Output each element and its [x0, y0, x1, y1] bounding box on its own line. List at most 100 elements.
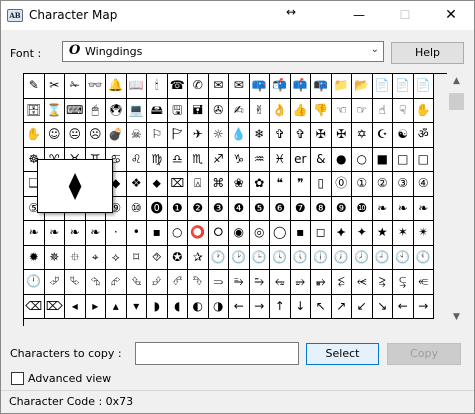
character-cell[interactable]: ❽	[311, 196, 332, 221]
character-cell[interactable]: ◯	[270, 221, 291, 246]
character-cell[interactable]: ○	[352, 147, 373, 172]
character-cell[interactable]: ⥷	[352, 270, 373, 295]
character-cell[interactable]: ☺	[44, 123, 65, 148]
character-cell[interactable]: ❺	[249, 196, 270, 221]
character-cell[interactable]: ⌘	[208, 172, 229, 197]
character-cell[interactable]: ✰	[188, 245, 209, 270]
character-cell[interactable]: ◑	[208, 294, 229, 319]
character-cell[interactable]: ◉	[229, 221, 250, 246]
character-cell[interactable]: 📪	[249, 74, 270, 99]
character-cell[interactable]: ✪	[167, 245, 188, 270]
character-cell[interactable]: 📖	[126, 74, 147, 99]
character-cell[interactable]: ■	[372, 147, 393, 172]
character-cell[interactable]: 💣	[106, 123, 127, 148]
character-cell[interactable]: ♏	[188, 147, 209, 172]
character-cell[interactable]: 🏱	[167, 123, 188, 148]
character-cell[interactable]: ♍	[147, 147, 168, 172]
character-cell[interactable]: ⮱	[65, 270, 86, 295]
character-cell[interactable]: ①	[352, 172, 373, 197]
character-cell[interactable]: ❞	[290, 172, 311, 197]
character-cell[interactable]: 🖲	[106, 98, 127, 123]
character-cell[interactable]: 🖱	[85, 98, 106, 123]
character-cell[interactable]: 👓	[85, 74, 106, 99]
character-cell[interactable]: ▴	[106, 294, 127, 319]
character-cell[interactable]: 🔔	[106, 74, 127, 99]
character-cell[interactable]: 🕖	[331, 245, 352, 270]
character-cell[interactable]: ↗	[331, 294, 352, 319]
character-cell[interactable]: ✆	[188, 74, 209, 99]
character-cell[interactable]: ♑	[229, 147, 250, 172]
character-cell[interactable]: ❧	[24, 221, 45, 246]
character-cell[interactable]: ▪	[147, 221, 168, 246]
character-cell[interactable]: ◖	[167, 294, 188, 319]
character-cell[interactable]: ⥺	[413, 270, 434, 295]
character-cell[interactable]: ♓	[270, 147, 291, 172]
character-cell[interactable]: ❧	[44, 221, 65, 246]
character-cell[interactable]: ❝	[270, 172, 291, 197]
character-cell[interactable]: ✞	[270, 123, 291, 148]
character-cell[interactable]: ❄	[249, 123, 270, 148]
character-cell[interactable]: 📄	[393, 74, 414, 99]
character-cell[interactable]: ❶	[167, 196, 188, 221]
character-cell[interactable]: ☞	[352, 98, 373, 123]
select-button[interactable]: Select	[306, 343, 379, 365]
character-cell[interactable]: 🕘	[372, 245, 393, 270]
character-cell[interactable]: ⬥	[147, 172, 168, 197]
character-cell[interactable]: ⥰	[208, 270, 229, 295]
character-cell[interactable]: 📬	[270, 74, 291, 99]
characters-to-copy-input[interactable]	[135, 342, 299, 365]
character-cell[interactable]: ⥶	[331, 270, 352, 295]
character-cell[interactable]: 📭	[311, 74, 332, 99]
character-cell[interactable]: ☠	[126, 123, 147, 148]
character-cell[interactable]: ⌖	[85, 245, 106, 270]
character-cell[interactable]: ❻	[270, 196, 291, 221]
character-cell[interactable]: 💻	[126, 98, 147, 123]
character-cell[interactable]: 🕗	[352, 245, 373, 270]
character-cell[interactable]: &	[311, 147, 332, 172]
character-cell[interactable]: ☟	[393, 98, 414, 123]
character-cell[interactable]: ⌨	[65, 98, 86, 123]
character-cell[interactable]: 🗄	[24, 98, 45, 123]
character-cell[interactable]: ❸	[208, 196, 229, 221]
character-cell[interactable]: ◐	[188, 294, 209, 319]
character-cell[interactable]: ॐ	[413, 123, 434, 148]
character-cell[interactable]: 👌	[270, 98, 291, 123]
close-button[interactable]: ✕	[428, 1, 474, 30]
character-cell[interactable]: ☯	[393, 123, 414, 148]
character-cell[interactable]: 🖬	[188, 98, 209, 123]
character-cell[interactable]: ✉	[208, 74, 229, 99]
minimize-button[interactable]: —	[336, 1, 382, 30]
character-cell[interactable]: ②	[372, 172, 393, 197]
character-cell[interactable]: ⌦	[44, 294, 65, 319]
character-cell[interactable]: ⥵	[311, 270, 332, 295]
character-cell[interactable]: ❧	[65, 221, 86, 246]
character-cell[interactable]: 🕔	[290, 245, 311, 270]
character-cell[interactable]: ⥱	[229, 270, 250, 295]
character-cell[interactable]: ⌑	[126, 245, 147, 270]
character-cell[interactable]: ✈	[188, 123, 209, 148]
character-cell[interactable]: ⥸	[372, 270, 393, 295]
character-cell[interactable]: ❖	[126, 172, 147, 197]
character-cell[interactable]: ⥴	[290, 270, 311, 295]
character-cell[interactable]: ❹	[229, 196, 250, 221]
character-cell[interactable]: 📄	[372, 74, 393, 99]
character-cell[interactable]: ✵	[44, 245, 65, 270]
character-cell[interactable]: 🕯	[147, 74, 168, 99]
maximize-button[interactable]: ☐	[382, 1, 428, 30]
character-cell[interactable]: ◂	[65, 294, 86, 319]
character-cell[interactable]: ⟡	[106, 245, 127, 270]
character-cell[interactable]: ←	[393, 294, 414, 319]
character-cell[interactable]: ✋	[413, 98, 434, 123]
character-cell[interactable]: ✴	[413, 221, 434, 246]
character-cell[interactable]: ❾	[331, 196, 352, 221]
character-cell[interactable]: ❼	[290, 196, 311, 221]
character-cell[interactable]: ♒	[249, 147, 270, 172]
character-cell[interactable]: ④	[413, 172, 434, 197]
character-cell[interactable]: 🕚	[413, 245, 434, 270]
scroll-up-arrow-icon[interactable]: ▲	[447, 73, 466, 90]
character-cell[interactable]: ·	[106, 221, 127, 246]
character-cell[interactable]: ⮲	[85, 270, 106, 295]
character-cell[interactable]: ♎	[167, 147, 188, 172]
character-cell[interactable]: ○	[167, 221, 188, 246]
character-cell[interactable]: ☪	[372, 123, 393, 148]
